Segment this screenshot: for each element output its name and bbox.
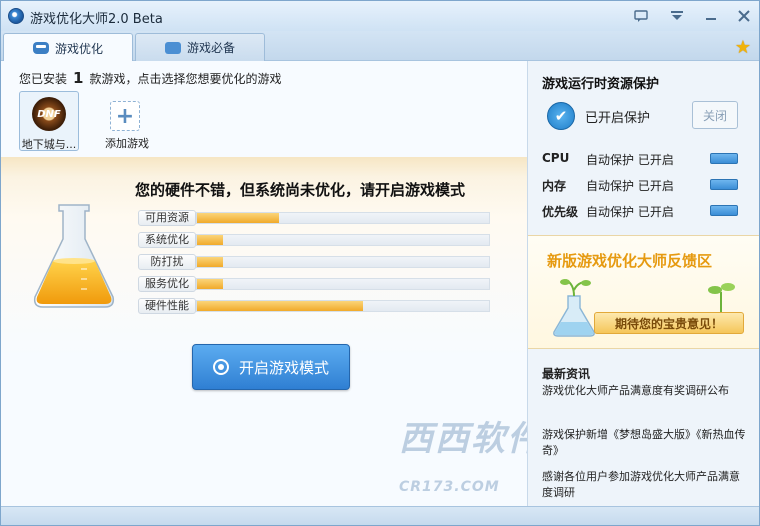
- gamepad-icon: [32, 42, 49, 54]
- news-item[interactable]: 游戏优化大师产品满意度有奖调研公布: [542, 383, 746, 399]
- metric-fill: [197, 235, 224, 245]
- protection-key: 内存: [542, 179, 567, 193]
- tab-label: 游戏必备: [186, 41, 235, 55]
- protection-status-text: 已开启保护: [585, 111, 651, 126]
- app-logo-icon: [8, 8, 24, 24]
- add-game-button[interactable]: + 添加游戏: [97, 91, 157, 151]
- metric-label: 防打扰: [138, 254, 196, 270]
- installed-summary: 您已安装 1 款游戏，点击选择您想要优化的游戏: [19, 69, 281, 87]
- window-title: 游戏优化大师2.0 Beta: [30, 12, 163, 27]
- installed-count: 1: [73, 69, 84, 87]
- metric-label: 可用资源: [138, 210, 196, 226]
- target-icon: [212, 359, 229, 375]
- protection-value: 自动保护 已开启: [586, 205, 674, 219]
- protection-title: 游戏运行时资源保护: [542, 77, 660, 92]
- status-bar: [1, 506, 759, 525]
- check-icon: ✔: [547, 102, 575, 130]
- close-protection-button[interactable]: 关闭: [692, 101, 738, 129]
- toolbox-icon: [164, 41, 181, 54]
- menu-dropdown-icon[interactable]: [667, 7, 687, 25]
- metric-fill: [197, 301, 364, 311]
- protection-row-priority: 优先级 自动保护 已开启: [542, 203, 752, 221]
- dnf-game-icon: DNF: [32, 97, 66, 131]
- watermark-sub: CR173.COM: [399, 479, 500, 495]
- metric-row: 防打扰: [138, 254, 490, 270]
- tab-game-optimize[interactable]: 游戏优化: [3, 33, 133, 62]
- installed-suffix: 款游戏，点击选择您想要优化的游戏: [89, 72, 282, 86]
- memory-toggle[interactable]: [710, 179, 738, 190]
- add-game-label: 添加游戏: [105, 137, 149, 150]
- tab-game-essentials[interactable]: 游戏必备: [135, 33, 265, 61]
- game-name: 地下城与...: [21, 138, 77, 151]
- feedback-banner[interactable]: 新版游戏优化大师反馈区 期待您的宝贵意见！: [528, 235, 759, 349]
- metric-row: 服务优化: [138, 276, 490, 292]
- start-button-label: 开启游戏模式: [238, 358, 329, 377]
- metric-track: [196, 278, 490, 290]
- minimize-icon[interactable]: [701, 7, 721, 25]
- title-bar[interactable]: 游戏优化大师2.0 Beta: [1, 1, 759, 31]
- protection-value: 自动保护 已开启: [586, 179, 674, 193]
- metric-track: [196, 300, 490, 312]
- metric-track: [196, 212, 490, 224]
- priority-toggle[interactable]: [710, 205, 738, 216]
- cpu-toggle[interactable]: [710, 153, 738, 164]
- metric-row: 硬件性能: [138, 298, 490, 314]
- feedback-icon[interactable]: [631, 7, 651, 25]
- installed-prefix: 您已安装: [19, 72, 68, 86]
- tab-bar: 游戏优化 游戏必备 ★: [1, 31, 759, 62]
- main-window: 游戏优化大师2.0 Beta 游戏优化 游戏必备 ★ 您已安装 1 款游戏，点击…: [0, 0, 760, 526]
- status-headline: 您的硬件不错，但系统尚未优化，请开启游戏模式: [135, 181, 466, 199]
- news-title: 最新资讯: [542, 367, 591, 381]
- metric-label: 硬件性能: [138, 298, 196, 314]
- metric-track: [196, 234, 490, 246]
- news-item[interactable]: 感谢各位用户参加游戏优化大师产品满意度调研: [542, 469, 746, 501]
- metric-label: 服务优化: [138, 276, 196, 292]
- close-icon[interactable]: [734, 7, 754, 25]
- protection-key: 优先级: [542, 205, 579, 219]
- feedback-title: 新版游戏优化大师反馈区: [547, 252, 713, 270]
- game-card[interactable]: DNF 地下城与...: [19, 91, 79, 151]
- news-item[interactable]: 游戏保护新增《梦想岛盛大版》《新热血传奇》: [542, 427, 746, 459]
- metric-fill: [197, 257, 224, 267]
- metric-track: [196, 256, 490, 268]
- protection-status: ✔ 已开启保护 关闭: [542, 99, 752, 133]
- star-icon[interactable]: ★: [735, 37, 751, 58]
- metric-label: 系统优化: [138, 232, 196, 248]
- metric-fill: [197, 213, 279, 223]
- plus-icon: +: [110, 101, 140, 131]
- start-game-mode-button[interactable]: 开启游戏模式: [192, 344, 350, 390]
- protection-panel: 游戏运行时资源保护 ✔ 已开启保护 关闭 CPU 自动保护 已开启 内存 自动保…: [527, 61, 759, 506]
- protection-row-memory: 内存 自动保护 已开启: [542, 177, 752, 195]
- metric-row: 系统优化: [138, 232, 490, 248]
- protection-row-cpu: CPU 自动保护 已开启: [542, 151, 752, 169]
- feedback-button[interactable]: 期待您的宝贵意见！: [594, 312, 744, 334]
- sprout-icon: [708, 283, 735, 312]
- watermark-text: 西西软件: [399, 419, 543, 459]
- metric-fill: [197, 279, 224, 289]
- protection-value: 自动保护 已开启: [586, 153, 674, 167]
- flask-icon: [33, 204, 115, 308]
- tab-label: 游戏优化: [54, 41, 103, 56]
- metric-row: 可用资源: [138, 210, 490, 226]
- protection-key: CPU: [542, 151, 570, 165]
